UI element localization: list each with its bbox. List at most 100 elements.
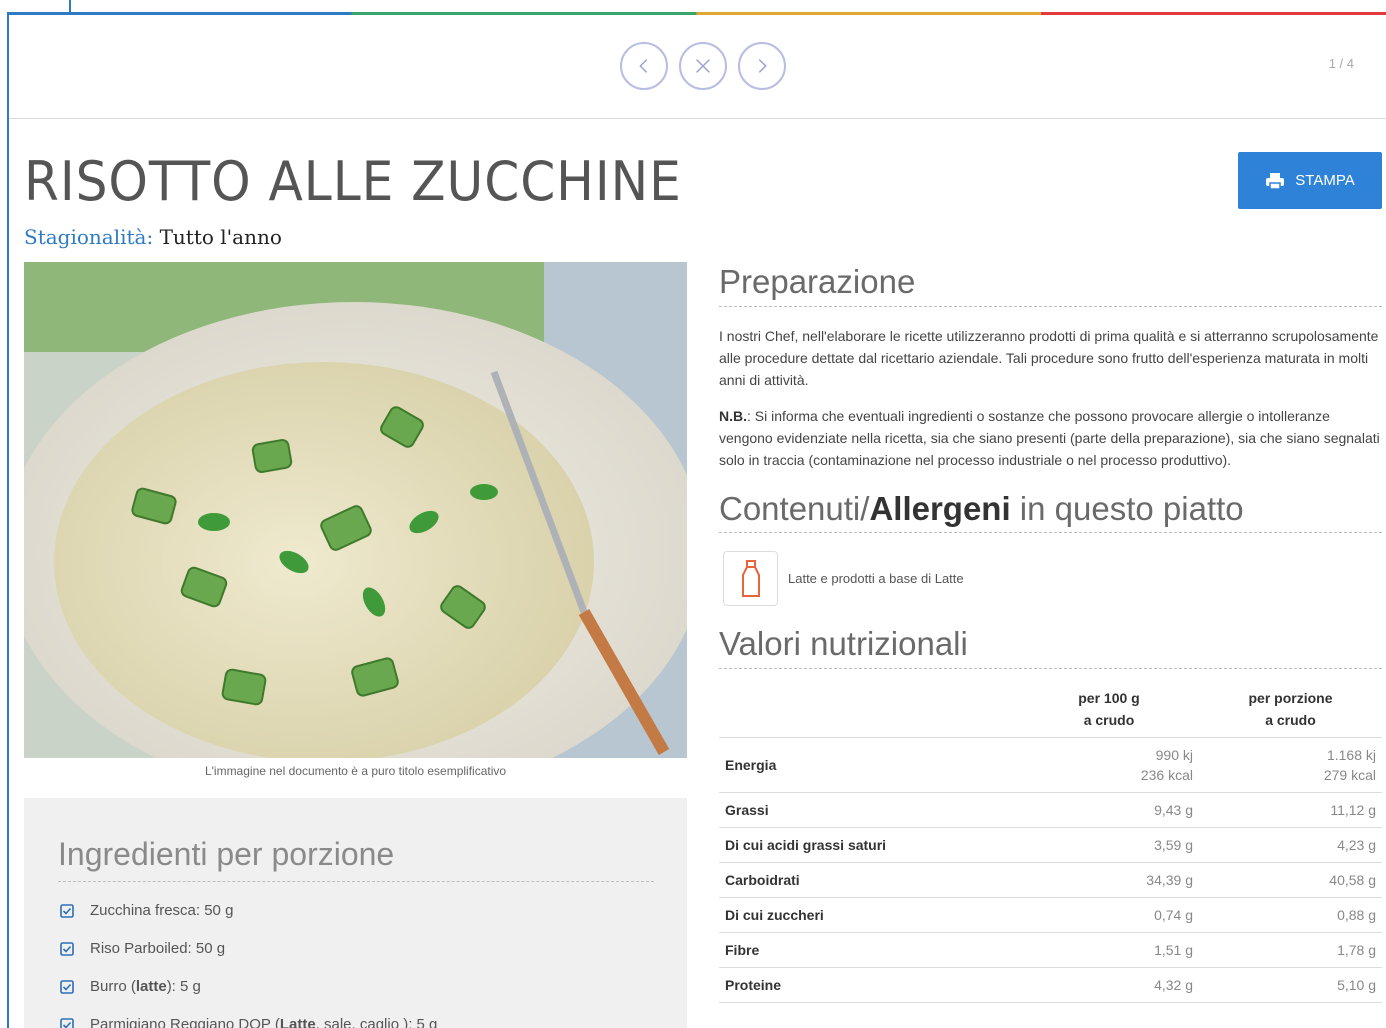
nutrient-name: Energia	[719, 737, 1019, 793]
nb-label: N.B.	[719, 407, 747, 424]
checkbox-checked-icon	[60, 1018, 74, 1028]
per-portion-cell: 4,23 g	[1199, 827, 1382, 863]
allergen-label: Latte e prodotti a base di Latte	[788, 571, 964, 587]
per-portion-column-header: per porzione a crudo	[1199, 680, 1382, 738]
ingredient-text-part: Zucchina fresca: 50 g	[90, 902, 234, 919]
col1-header-line1: per 100 g	[1078, 689, 1140, 706]
recipe-photo	[24, 262, 687, 758]
per-100g-column-header: per 100 g a crudo	[1019, 680, 1199, 738]
per-100g-value: 990 kj	[1155, 746, 1193, 763]
previous-button[interactable]	[620, 42, 668, 90]
allergen-highlight: Latte	[279, 1016, 316, 1028]
allergens-title-bold: Allergeni	[869, 489, 1011, 527]
nutrition-row: Energia 990 kj 236 kcal 1.168 kj 279 kcal	[719, 737, 1382, 793]
per-portion-value: 1.168 kj	[1326, 746, 1376, 763]
per-portion-cell: 1,78 g	[1199, 932, 1382, 968]
col2-header-line1: per porzione	[1248, 689, 1333, 706]
ingredient-text: Burro (latte): 5 g	[90, 978, 201, 995]
image-caption: L'immagine nel documento è a puro titolo…	[204, 764, 507, 778]
seasonality-label: Stagionalità:	[24, 225, 154, 249]
per-100g-cell: 34,39 g	[1019, 862, 1199, 898]
per-100g-cell: 1,51 g	[1019, 932, 1199, 968]
nutrition-row: Grassi 9,43 g 11,12 g	[719, 792, 1382, 828]
allergens-title-part2: in questo piatto	[1010, 489, 1244, 527]
per-100g-cell: 990 kj 236 kcal	[1019, 737, 1199, 793]
chevron-left-icon	[639, 59, 648, 73]
ingredients-list: Zucchina fresca: 50 g Riso Parboiled: 50 …	[60, 902, 437, 1028]
per-portion-value: 40,58 g	[1329, 871, 1376, 888]
allergy-note: N.B.: Si informa che eventuali ingredien…	[719, 405, 1382, 471]
ingredient-item: Burro (latte): 5 g	[60, 978, 437, 1016]
col1-header-line2: a crudo	[1083, 711, 1135, 728]
nutrient-column-header	[719, 680, 1019, 738]
ingredients-title: Ingredienti per porzione	[58, 836, 395, 872]
per-portion-value: 5,10 g	[1337, 976, 1376, 993]
per-100g-cell: 9,43 g	[1019, 792, 1199, 828]
close-icon	[696, 59, 710, 73]
allergen-item: Latte e prodotti a base di Latte	[719, 551, 1382, 607]
page-counter: 1 / 4	[1328, 56, 1354, 71]
per-portion-value: 1,78 g	[1337, 941, 1376, 958]
nutrition-row: Fibre 1,51 g 1,78 g	[719, 932, 1382, 968]
modal-nav-bar: 1 / 4	[9, 15, 1386, 119]
per-portion-value: 4,23 g	[1337, 836, 1376, 853]
ingredients-panel: Ingredienti per porzione Zucchina fresca…	[24, 798, 687, 1028]
allergen-highlight: latte	[135, 978, 167, 995]
checkbox-checked-icon	[60, 904, 74, 918]
ingredient-text-part: , sale, caglio ): 5 g	[315, 1016, 438, 1028]
per-100g-value: 3,59 g	[1154, 836, 1193, 853]
preparation-divider	[719, 305, 1382, 307]
ingredient-item: Zucchina fresca: 50 g	[60, 902, 437, 940]
recipe-details: Preparazione I nostri Chef, nell'elabora…	[719, 262, 1382, 1003]
per-portion-cell: 5,10 g	[1199, 967, 1382, 1003]
print-button-label: STAMPA	[1295, 172, 1355, 189]
ingredient-text: Riso Parboiled: 50 g	[90, 940, 225, 957]
allergens-title: Contenuti/Allergeni in questo piatto	[719, 489, 1382, 529]
nb-text: : Si informa che eventuali ingredienti o…	[719, 407, 1380, 468]
nutrition-table-body: Energia 990 kj 236 kcal 1.168 kj 279 kcal Gra…	[719, 737, 1382, 1003]
nutrition-header-row: per 100 g a crudo per porzione a crudo	[719, 680, 1382, 738]
printer-icon	[1266, 172, 1285, 190]
checkbox-checked-icon	[60, 980, 74, 994]
nutrition-divider	[719, 667, 1382, 669]
frame-border-left	[7, 14, 9, 1028]
per-100g-value-kcal: 236 kcal	[1140, 766, 1193, 783]
nutrient-name: Di cui zuccheri	[719, 897, 1019, 933]
col2-header-line2: a crudo	[1265, 711, 1316, 728]
ingredient-text-part: ): 5 g	[166, 978, 201, 995]
per-portion-value-kcal: 279 kcal	[1323, 766, 1376, 783]
seasonality: Stagionalità: Tutto l'anno	[24, 225, 282, 249]
nutrient-name: Grassi	[719, 792, 1019, 828]
nutrition-row: Di cui zuccheri 0,74 g 0,88 g	[719, 897, 1382, 933]
nutrition-table: per 100 g a crudo per porzione a crudo Ene…	[719, 680, 1382, 1003]
per-100g-value: 34,39 g	[1146, 871, 1193, 888]
ingredient-text: Parmigiano Reggiano DOP (Latte, sale, ca…	[90, 1016, 437, 1028]
checkbox-checked-icon	[60, 942, 74, 956]
nutrition-title: Valori nutrizionali	[719, 625, 968, 663]
print-button[interactable]: STAMPA	[1238, 152, 1382, 209]
seasonality-value: Tutto l'anno	[159, 225, 282, 249]
per-portion-value: 11,12 g	[1330, 801, 1376, 818]
per-100g-value: 0,74 g	[1154, 906, 1193, 923]
ingredients-divider	[58, 881, 654, 882]
per-portion-cell: 11,12 g	[1199, 792, 1382, 828]
nutrient-name: Fibre	[719, 932, 1019, 968]
ingredient-text-part: Burro (	[90, 978, 136, 995]
milk-bottle-icon	[723, 551, 778, 607]
ingredient-item: Riso Parboiled: 50 g	[60, 940, 437, 978]
nutrient-name: Carboidrati	[719, 862, 1019, 898]
per-100g-value: 1,51 g	[1154, 941, 1193, 958]
per-100g-cell: 4,32 g	[1019, 967, 1199, 1003]
per-100g-cell: 3,59 g	[1019, 827, 1199, 863]
allergens-title-part1: Contenuti/	[719, 489, 870, 527]
per-100g-cell: 0,74 g	[1019, 897, 1199, 933]
per-portion-value: 0,88 g	[1337, 906, 1376, 923]
next-button[interactable]	[738, 42, 786, 90]
nutrition-row: Di cui acidi grassi saturi 3,59 g 4,23 g	[719, 827, 1382, 863]
recipe-title: RISOTTO ALLE ZUCCHINE	[24, 150, 682, 213]
allergens-divider	[719, 532, 1382, 534]
per-portion-cell: 40,58 g	[1199, 862, 1382, 898]
per-portion-cell: 0,88 g	[1199, 897, 1382, 933]
ingredient-text: Zucchina fresca: 50 g	[90, 902, 233, 919]
close-button[interactable]	[679, 42, 727, 90]
